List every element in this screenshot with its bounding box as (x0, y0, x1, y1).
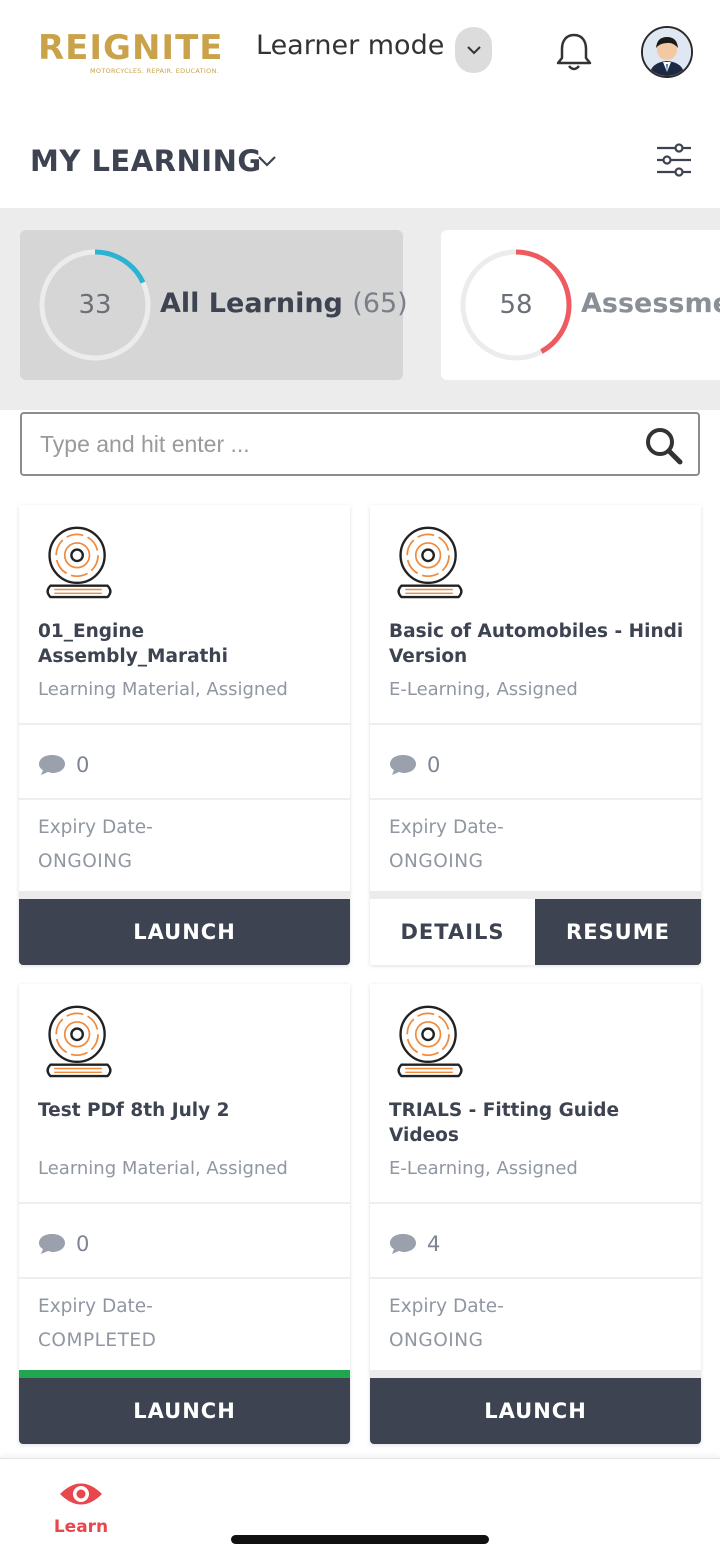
resume-button[interactable]: RESUME (535, 899, 701, 965)
mode-dropdown-button[interactable] (455, 27, 492, 73)
course-book-disc-icon (46, 1005, 112, 1078)
expiry-label: Expiry Date- (389, 817, 504, 838)
comment-count: 0 (427, 753, 441, 777)
course-card[interactable]: Basic of Automobiles - Hindi Version E-L… (370, 505, 701, 965)
expiry-label: Expiry Date- (38, 817, 153, 838)
top-bar: REIGNITE MOTORCYCLES. REPAIR. EDUCATION.… (0, 0, 720, 100)
comment-count: 0 (76, 1232, 90, 1256)
summary-number: 58 (499, 290, 533, 320)
avatar[interactable] (641, 26, 693, 78)
launch-button[interactable]: LAUNCH (370, 1378, 701, 1444)
course-meta: E-Learning, Assigned (389, 679, 578, 700)
mode-label[interactable]: Learner mode (256, 30, 444, 61)
comment-count: 4 (427, 1232, 441, 1256)
course-title[interactable]: Test PDf 8th July 2 (38, 1098, 338, 1123)
course-meta: Learning Material, Assigned (38, 679, 288, 700)
filter-sliders-icon[interactable] (654, 140, 694, 180)
divider (370, 798, 701, 800)
search-box (20, 412, 700, 476)
expiry-label: Expiry Date- (389, 1296, 504, 1317)
course-book-disc-icon (397, 526, 463, 599)
summary-label: All Learning (65) (160, 288, 408, 319)
comments[interactable]: 0 (38, 1230, 89, 1258)
expiry-status: ONGOING (38, 851, 133, 872)
divider (19, 1202, 350, 1204)
divider (370, 1202, 701, 1204)
comment-icon (390, 755, 416, 775)
reignite-logo[interactable]: REIGNITE MOTORCYCLES. REPAIR. EDUCATION. (38, 30, 228, 78)
user-avatar-icon (643, 28, 691, 76)
summary-card-all-learning[interactable]: 33 All Learning (65) (20, 230, 408, 380)
expiry-label: Expiry Date- (38, 1296, 153, 1317)
summary-label-text: All Learning (160, 288, 343, 319)
course-book-disc-icon (46, 526, 112, 599)
bell-icon[interactable] (552, 30, 596, 74)
expiry-status: ONGOING (389, 851, 484, 872)
progress-bar (370, 1370, 701, 1378)
progress-bar (19, 1370, 350, 1378)
summary-count: (65) (352, 288, 408, 319)
comments[interactable]: 4 (389, 1230, 440, 1258)
launch-button[interactable]: LAUNCH (19, 899, 350, 965)
progress-fill (19, 1370, 350, 1378)
summary-strip: 33 All Learning (65) 58 Assessme (0, 208, 720, 410)
comment-icon (39, 1234, 65, 1254)
search-icon[interactable] (642, 424, 684, 466)
comments[interactable]: 0 (38, 751, 89, 779)
course-book-disc-icon (397, 1005, 463, 1078)
comments[interactable]: 0 (389, 751, 440, 779)
expiry-status: COMPLETED (38, 1330, 157, 1351)
course-meta: Learning Material, Assigned (38, 1158, 288, 1179)
eye-icon (60, 1483, 102, 1505)
course-meta: E-Learning, Assigned (389, 1158, 578, 1179)
expiry-status: ONGOING (389, 1330, 484, 1351)
nav-item-label: Learn (53, 1517, 109, 1537)
summary-card-assessment[interactable]: 58 Assessme (441, 230, 720, 380)
launch-button[interactable]: LAUNCH (19, 1378, 350, 1444)
nav-item-learn[interactable]: Learn (40, 1477, 122, 1541)
chevron-down-icon[interactable] (256, 150, 278, 172)
course-title[interactable]: 01_Engine Assembly_Marathi (38, 619, 338, 669)
title-row: MY LEARNING (0, 110, 720, 208)
divider (19, 723, 350, 725)
divider (19, 1277, 350, 1279)
search-input[interactable] (40, 414, 640, 474)
page-title[interactable]: MY LEARNING (30, 144, 262, 178)
comment-icon (39, 755, 65, 775)
bottom-nav: Learn (0, 1458, 720, 1558)
divider (19, 798, 350, 800)
chevron-down-icon (466, 46, 481, 55)
course-card[interactable]: Test PDf 8th July 2 Learning Material, A… (19, 984, 350, 1444)
details-button[interactable]: DETAILS (370, 899, 535, 965)
summary-label: Assessme (581, 288, 720, 319)
summary-number: 33 (78, 290, 112, 320)
course-card[interactable]: 01_Engine Assembly_Marathi Learning Mate… (19, 505, 350, 965)
logo-tagline: MOTORCYCLES. REPAIR. EDUCATION. (90, 67, 220, 75)
home-indicator[interactable] (231, 1535, 489, 1544)
logo-wordmark: REIGNITE (38, 28, 224, 68)
course-card[interactable]: TRIALS - Fitting Guide Videos E-Learning… (370, 984, 701, 1444)
course-title[interactable]: TRIALS - Fitting Guide Videos (389, 1098, 689, 1148)
course-title[interactable]: Basic of Automobiles - Hindi Version (389, 619, 689, 669)
comment-count: 0 (76, 753, 90, 777)
comment-icon (390, 1234, 416, 1254)
divider (370, 1277, 701, 1279)
progress-bar (19, 891, 350, 899)
progress-bar (370, 891, 701, 899)
divider (370, 723, 701, 725)
